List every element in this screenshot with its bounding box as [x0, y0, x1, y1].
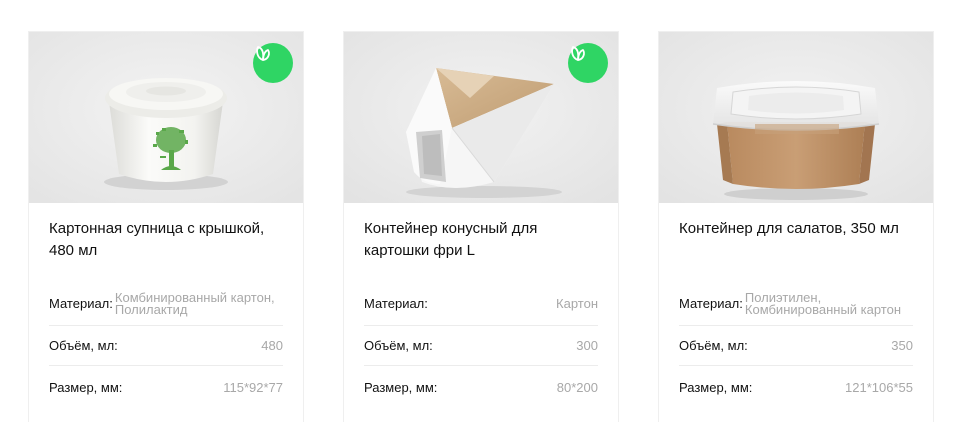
spec-row-material: Материал: Картон: [364, 282, 598, 326]
spec-value: Комбинированный картон, Полилактид: [114, 289, 275, 317]
spec-list: Материал: Комбинированный картон, Полила…: [29, 282, 303, 408]
spec-label: Материал:: [49, 296, 113, 311]
spec-list: Материал: Полиэтилен, Комбинированный ка…: [659, 282, 933, 408]
spec-label: Объём, мл:: [49, 338, 118, 353]
spec-value: Картон: [556, 296, 598, 311]
eco-leaf-badge: [568, 43, 608, 83]
leaf-icon: [256, 46, 270, 61]
spec-label: Объём, мл:: [679, 338, 748, 353]
spec-label: Материал:: [364, 296, 428, 311]
product-image[interactable]: [659, 32, 933, 203]
spec-value: Полиэтилен, Комбинированный картон: [744, 289, 902, 317]
spec-value: 300: [576, 338, 598, 353]
spec-label: Размер, мм:: [49, 379, 123, 395]
eco-leaf-badge: [253, 43, 293, 83]
spec-label: Размер, мм:: [679, 379, 753, 395]
spec-row-volume: Объём, мл: 300: [364, 326, 598, 366]
spec-row-size: Размер, мм: 115*92*77: [49, 366, 283, 408]
spec-value: 80*200: [556, 379, 598, 395]
spec-label: Размер, мм:: [364, 379, 438, 395]
product-title[interactable]: Контейнер для салатов, 350 мл: [659, 203, 933, 280]
spec-list: Материал: Картон Объём, мл: 300 Размер, …: [344, 282, 618, 408]
spec-row-size: Размер, мм: 121*106*55: [679, 366, 913, 408]
product-card-fries-cone[interactable]: Контейнер конусный для картошки фри L Ма…: [344, 32, 618, 422]
product-image[interactable]: [29, 32, 303, 203]
product-grid: Картонная супница с крышкой, 480 мл Мате…: [0, 0, 955, 422]
spec-value: 350: [891, 338, 913, 353]
product-title[interactable]: Картонная супница с крышкой, 480 мл: [29, 203, 303, 280]
spec-value: 480: [261, 338, 283, 353]
spec-row-material: Материал: Комбинированный картон, Полила…: [49, 282, 283, 326]
spec-value: 115*92*77: [223, 379, 283, 395]
spec-row-volume: Объём, мл: 480: [49, 326, 283, 366]
product-card-soup-cup[interactable]: Картонная супница с крышкой, 480 мл Мате…: [29, 32, 303, 422]
leaf-icon: [571, 46, 585, 61]
salad-box-illustration: [659, 32, 933, 203]
spec-label: Объём, мл:: [364, 338, 433, 353]
product-title[interactable]: Контейнер конусный для картошки фри L: [344, 203, 618, 280]
spec-row-material: Материал: Полиэтилен, Комбинированный ка…: [679, 282, 913, 326]
spec-label: Материал:: [679, 296, 743, 311]
spec-value: 121*106*55: [845, 379, 913, 395]
spec-row-volume: Объём, мл: 350: [679, 326, 913, 366]
spec-row-size: Размер, мм: 80*200: [364, 366, 598, 408]
product-image[interactable]: [344, 32, 618, 203]
product-card-salad-box[interactable]: Контейнер для салатов, 350 мл Материал: …: [659, 32, 933, 422]
